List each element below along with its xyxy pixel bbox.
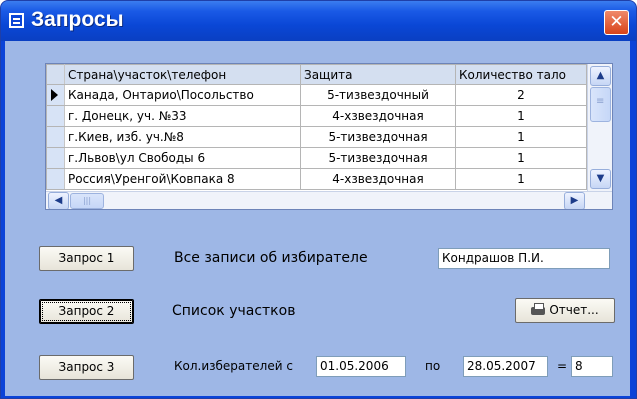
cell-protection[interactable]: 5-тизвездочный [300, 84, 456, 106]
horizontal-scrollbar[interactable]: ◀ ||| ▶ [46, 191, 612, 209]
row-selector[interactable] [46, 168, 65, 190]
grid-header-row: Страна\участок\телефон Защита Количество… [46, 64, 587, 85]
column-header-location[interactable]: Страна\участок\телефон [64, 64, 301, 85]
scroll-right-button[interactable]: ▶ [564, 192, 585, 209]
cell-count[interactable]: 1 [455, 147, 587, 169]
window-title: Запросы [31, 8, 124, 31]
cell-protection[interactable]: 4-хзвездочная [300, 105, 456, 127]
result-field[interactable]: 8 [571, 356, 613, 377]
cell-location[interactable]: Канада, Онтарио\Посольство [64, 84, 301, 106]
cell-location[interactable]: г. Донецк, уч. №33 [64, 105, 301, 127]
query-3-label: Кол.изберателей с [174, 359, 293, 373]
chevron-up-icon: ▲ [596, 70, 605, 81]
data-grid[interactable]: Страна\участок\телефон Защита Количество… [45, 63, 613, 210]
row-selector[interactable] [46, 126, 65, 148]
cell-location[interactable]: г.Киев, изб. уч.№8 [64, 126, 301, 148]
table-row[interactable]: Канада, Онтарио\Посольство 5-тизвездочны… [46, 84, 587, 106]
cell-count[interactable]: 2 [455, 84, 587, 106]
query-1-label: Все записи об избирателе [174, 250, 368, 266]
cell-protection[interactable]: 5-тизвездочная [300, 147, 456, 169]
vertical-scrollbar[interactable]: ▲ ▼ [587, 64, 612, 191]
query-1-button[interactable]: Запрос 1 [39, 246, 134, 271]
grid-table: Страна\участок\телефон Защита Количество… [46, 64, 587, 190]
title-bar[interactable]: Запросы ✕ [1, 1, 636, 41]
cell-protection[interactable]: 5-тизвездочная [300, 126, 456, 148]
grid-corner [46, 64, 65, 85]
printer-icon [531, 303, 546, 316]
row-pointer-icon [51, 89, 58, 101]
cell-location[interactable]: Россия\Уренгой\Ковпака 8 [64, 168, 301, 190]
chevron-down-icon: ▼ [596, 173, 605, 184]
query-2-label: Список участков [172, 303, 296, 319]
vertical-scroll-thumb[interactable] [590, 87, 611, 122]
voter-name-input[interactable]: Кондрашов П.И. [438, 248, 610, 269]
row-selector[interactable] [46, 84, 65, 106]
cell-count[interactable]: 1 [455, 126, 587, 148]
cell-count[interactable]: 1 [455, 105, 587, 127]
scroll-down-button[interactable]: ▼ [590, 169, 611, 189]
chevron-left-icon: ◀ [54, 195, 63, 206]
query-3-button[interactable]: Запрос 3 [39, 355, 134, 380]
report-button-label: Отчет... [549, 303, 599, 317]
scroll-up-button[interactable]: ▲ [590, 66, 611, 86]
table-row[interactable]: г.Киев, изб. уч.№8 5-тизвездочная 1 [46, 126, 587, 148]
row-selector[interactable] [46, 147, 65, 169]
cell-protection[interactable]: 4-хзвездочная [300, 168, 456, 190]
cell-location[interactable]: г.Львов\ул Свободы 6 [64, 147, 301, 169]
close-icon: ✕ [609, 12, 624, 32]
table-row[interactable]: Россия\Уренгой\Ковпака 8 4-хзвездочная 1 [46, 168, 587, 190]
column-header-protection[interactable]: Защита [300, 64, 456, 85]
horizontal-scroll-thumb[interactable]: ||| [70, 193, 104, 209]
to-label: по [425, 359, 441, 373]
column-header-count[interactable]: Количество тало [455, 64, 587, 85]
cell-count[interactable]: 1 [455, 168, 587, 190]
chevron-right-icon: ▶ [570, 195, 579, 206]
window: Запросы ✕ Страна\участок\телефон Защита … [0, 0, 637, 399]
date-to-input[interactable]: 28.05.2007 [463, 356, 548, 377]
date-from-input[interactable]: 01.05.2006 [316, 356, 406, 377]
report-button[interactable]: Отчет... [515, 298, 615, 323]
equals-label: = [557, 359, 568, 373]
row-selector[interactable] [46, 105, 65, 127]
query-2-button[interactable]: Запрос 2 [39, 299, 134, 324]
form-icon [9, 13, 24, 28]
scroll-left-button[interactable]: ◀ [48, 192, 69, 209]
table-row[interactable]: г.Львов\ул Свободы 6 5-тизвездочная 1 [46, 147, 587, 169]
close-button[interactable]: ✕ [604, 10, 629, 35]
table-row[interactable]: г. Донецк, уч. №33 4-хзвездочная 1 [46, 105, 587, 127]
